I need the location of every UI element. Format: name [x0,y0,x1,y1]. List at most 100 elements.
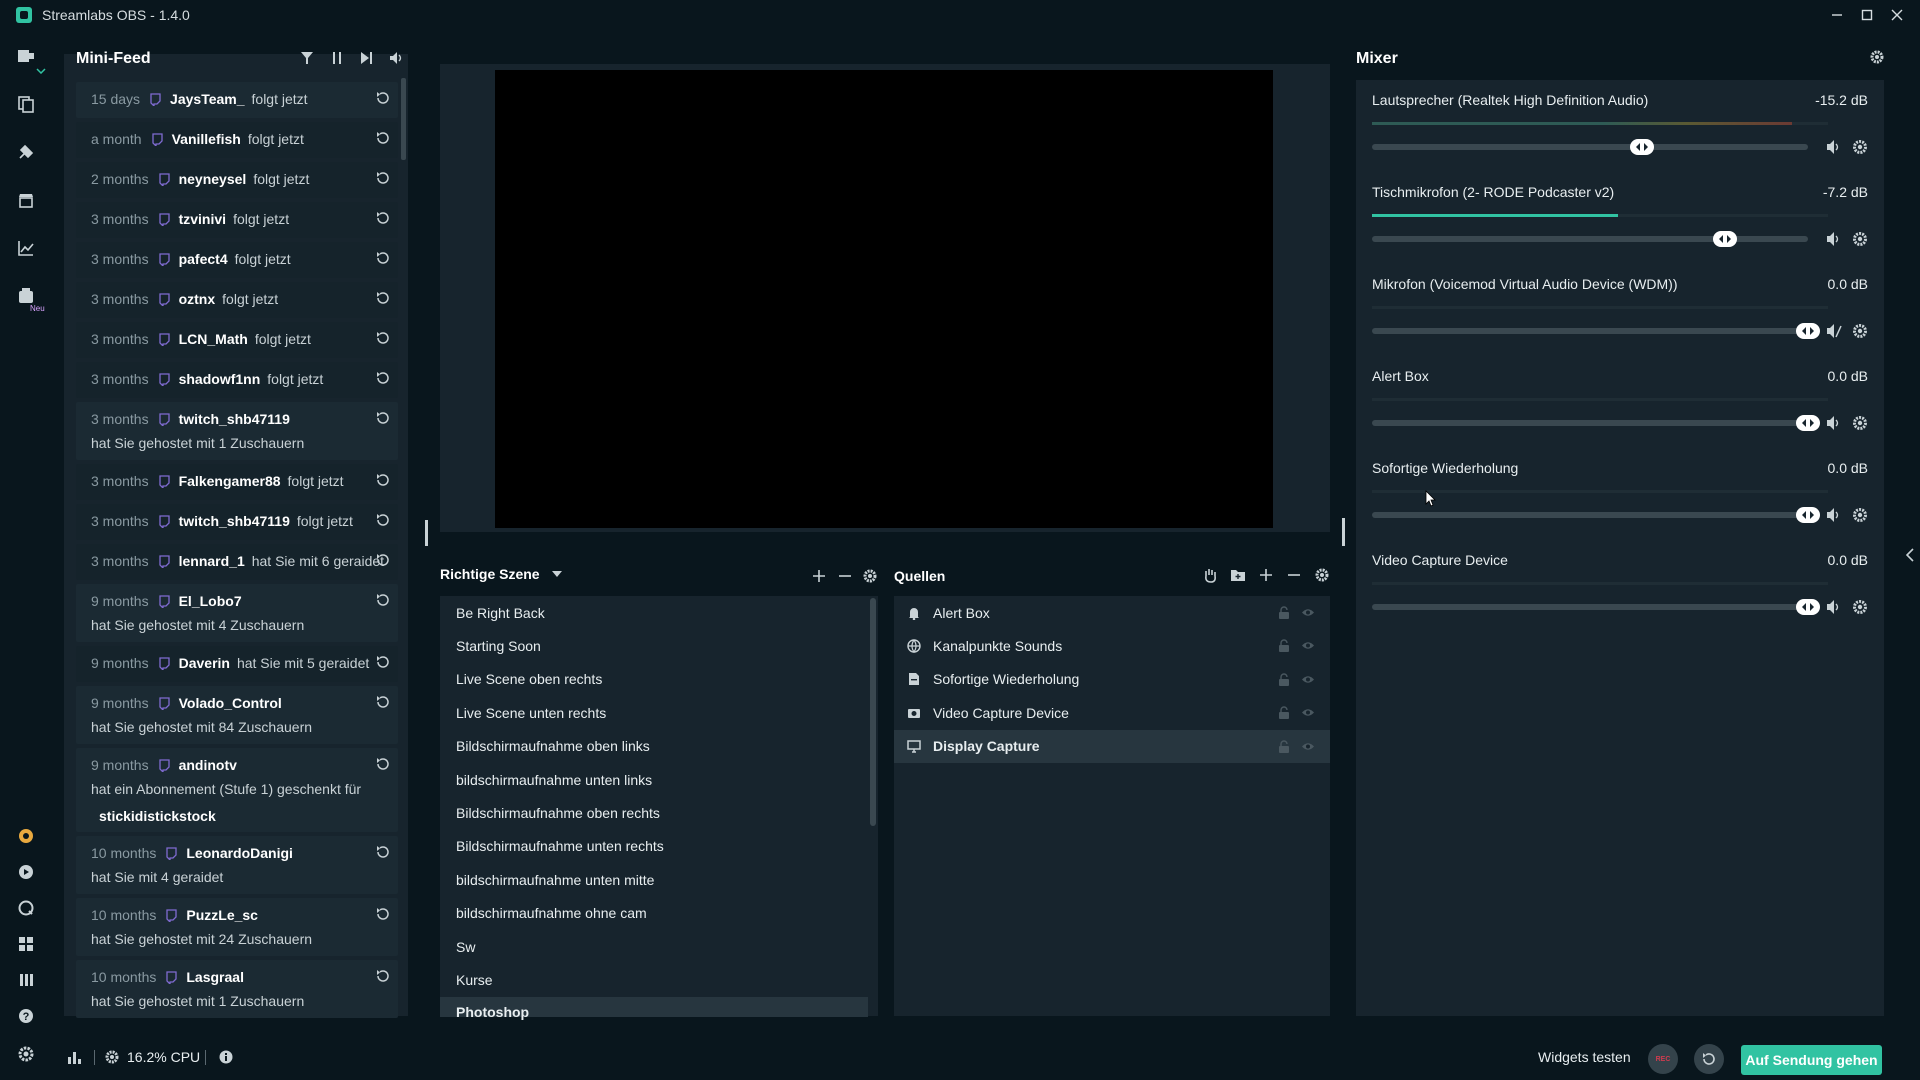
volume-slider-handle[interactable] [1796,507,1820,523]
volume-slider-handle[interactable] [1713,231,1738,247]
feed-scrollbar[interactable] [401,78,406,160]
source-settings-icon[interactable] [1315,568,1329,582]
visibility-eye-icon[interactable] [1301,606,1315,619]
scene-item[interactable]: Sw [440,930,868,963]
channel-settings-icon[interactable] [1852,507,1868,523]
prime-icon[interactable] [14,824,38,848]
feed-item[interactable]: 10 months Lasgraal hat Sie gehostet mit 1 … [76,960,398,1018]
feed-username[interactable]: LCN_Math [179,331,248,347]
feed-item[interactable]: 3 months twitch_shb47119 hat Sie gehostet … [76,402,398,460]
volume-slider-handle[interactable] [1630,139,1655,155]
feed-username[interactable]: lennard_1 [179,553,245,569]
repeat-alert-icon[interactable] [375,170,391,186]
repeat-alert-icon[interactable] [375,472,391,488]
source-item[interactable]: Display Capture [894,729,1330,763]
volume-slider-handle[interactable] [1796,415,1820,431]
repeat-alert-icon[interactable] [375,210,391,226]
go-live-button[interactable]: Auf Sendung gehen [1741,1045,1882,1075]
right-resize-handle[interactable] [1342,518,1345,546]
scene-item[interactable]: Bildschirmaufnahme oben links [440,730,868,763]
feed-item[interactable]: 9 months Volado_Control hat Sie gehostet m… [76,686,398,744]
test-widgets-button[interactable]: Widgets testen [1538,1049,1631,1065]
speaker-icon[interactable] [1826,139,1842,155]
feed-username[interactable]: El_Lobo7 [179,593,242,609]
feed-username[interactable]: Daverin [179,655,230,671]
feed-item[interactable]: 3 months Falkengamer88 folgt jetzt [76,464,398,500]
volume-slider[interactable] [1372,512,1808,518]
lock-icon[interactable] [1278,606,1290,619]
feed-item[interactable]: 3 months twitch_shb47119 folgt jetzt [76,504,398,540]
record-button[interactable]: REC [1648,1044,1678,1074]
help-icon[interactable]: ? [14,1004,38,1028]
feed-username[interactable]: oztnx [179,291,216,307]
feed-username[interactable]: andinotv [179,757,237,773]
scene-scrollbar[interactable] [870,598,876,826]
feed-username[interactable]: JaysTeam_ [170,91,244,107]
lock-icon[interactable] [1278,706,1290,720]
repeat-alert-icon[interactable] [375,410,391,426]
lock-icon[interactable] [1278,739,1290,753]
repeat-alert-icon[interactable] [375,130,391,146]
lock-icon[interactable] [1278,639,1290,653]
feed-username[interactable]: Vanillefish [172,131,241,147]
channel-settings-icon[interactable] [1852,415,1868,431]
left-resize-handle[interactable] [425,520,428,546]
scene-item[interactable]: Live Scene unten rechts [440,696,868,729]
remove-source-icon[interactable] [1287,568,1301,582]
repeat-alert-icon[interactable] [375,90,391,106]
repeat-alert-icon[interactable] [375,370,391,386]
editor-icon[interactable] [14,44,38,68]
repeat-alert-icon[interactable] [375,694,391,710]
volume-slider[interactable] [1372,328,1808,334]
remove-scene-icon[interactable] [838,569,852,583]
skip-icon[interactable] [360,51,374,65]
settings-gear-icon[interactable] [14,1042,38,1066]
play-circle-icon[interactable] [14,860,38,884]
repeat-alert-icon[interactable] [375,756,391,772]
volume-slider[interactable] [1372,604,1808,610]
replay-buffer-button[interactable] [1694,1044,1724,1074]
pause-icon[interactable] [330,51,344,65]
feed-item[interactable]: 10 months LeonardoDanigi hat Sie mit 4 ger… [76,836,398,894]
feed-item[interactable]: 3 months LCN_Math folgt jetzt [76,322,398,358]
dashboard-chart-icon[interactable] [14,236,38,260]
scene-item[interactable]: bildschirmaufnahme ohne cam [440,897,868,930]
scene-item[interactable]: Bildschirmaufnahme unten rechts [440,830,868,863]
feed-username[interactable]: tzvinivi [179,211,226,227]
collapse-chevron-icon[interactable] [1906,548,1914,562]
source-item[interactable]: Video Capture Device [894,696,1330,729]
library-icon[interactable] [14,968,38,992]
scene-collection-selector[interactable]: Richtige Szene [440,566,562,582]
scene-item[interactable]: Be Right Back [440,596,868,629]
volume-slider[interactable] [1372,420,1808,426]
filter-icon[interactable] [300,51,314,65]
store-icon[interactable] [14,188,38,212]
repeat-alert-icon[interactable] [375,906,391,922]
channel-settings-icon[interactable] [1852,599,1868,615]
feed-item[interactable]: 3 months pafect4 folgt jetzt [76,242,398,278]
channel-settings-icon[interactable] [1852,323,1868,339]
layout-icon[interactable] [14,92,38,116]
scene-item[interactable]: bildschirmaufnahme unten mitte [440,863,868,896]
channel-settings-icon[interactable] [1852,231,1868,247]
repeat-alert-icon[interactable] [375,250,391,266]
volume-slider[interactable] [1372,236,1808,242]
repeat-alert-icon[interactable] [375,592,391,608]
speaker-icon[interactable] [1826,599,1842,615]
scene-item[interactable]: Kurse [440,963,868,996]
mixer-settings-icon[interactable] [1870,50,1884,64]
volume-slider[interactable] [1372,144,1808,150]
feed-item[interactable]: a month Vanillefish folgt jetzt [76,122,398,158]
repeat-alert-icon[interactable] [375,654,391,670]
volume-slider-handle[interactable] [1796,323,1820,339]
feed-username[interactable]: twitch_shb47119 [179,411,290,427]
info-icon[interactable] [219,1050,233,1064]
lock-icon[interactable] [1278,673,1290,686]
repeat-alert-icon[interactable] [375,330,391,346]
muted-speaker-icon[interactable] [1826,323,1842,339]
close-button[interactable] [1882,2,1912,28]
feed-item[interactable]: 9 months andinotv hat ein Abonnement (Stuf… [76,748,398,832]
feed-item[interactable]: 3 months lennard_1 hat Sie mit 6 geraidet [76,544,398,580]
visibility-eye-icon[interactable] [1301,639,1315,652]
feed-username[interactable]: Lasgraal [186,969,244,985]
